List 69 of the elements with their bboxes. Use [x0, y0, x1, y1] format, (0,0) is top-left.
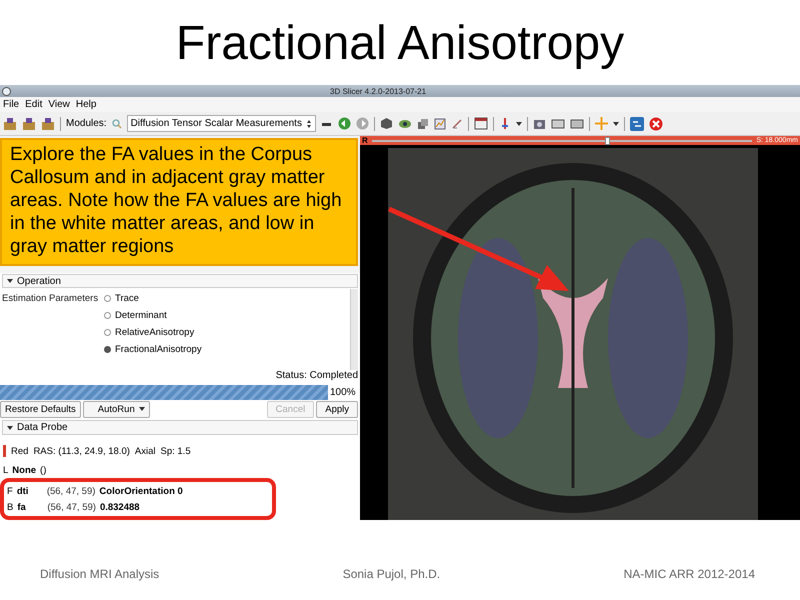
action-button[interactable]: Apply	[316, 401, 358, 418]
module-dropdown[interactable]: Diffusion Tensor Scalar Measurements	[126, 115, 316, 132]
split-button[interactable]: AutoRun	[82, 401, 150, 418]
layout-icon[interactable]	[474, 117, 488, 130]
dropdown-arrow-icon[interactable]	[138, 407, 145, 412]
modules-label: Modules:	[66, 118, 107, 129]
radio-option[interactable]: Determinant	[104, 310, 202, 322]
progress-reading: 100%	[330, 386, 356, 398]
callout-box: Explore the FA values in the Corpus Callosum and in adjacent gray matter areas. Note how the FA values are high in the white matter areas, and low in gray matter regions	[0, 138, 358, 266]
voxel-value: 0.832488	[100, 502, 140, 512]
radio-button[interactable]	[104, 329, 111, 336]
voxel-coordinates: (56, 47, 59)	[47, 502, 96, 512]
camera-icon[interactable]	[532, 118, 546, 130]
footer-text: Sonia Pujol, Ph.D.	[342, 567, 440, 581]
layer-name: None	[12, 464, 36, 476]
close-icon[interactable]	[648, 116, 663, 130]
layer-code: F	[7, 486, 13, 496]
slider-thumb[interactable]	[604, 136, 610, 144]
layer-code: B	[7, 502, 14, 512]
orientation-text: Axial	[134, 446, 156, 456]
pencil-icon[interactable]	[450, 118, 463, 130]
action-button[interactable]: Restore Defaults	[0, 401, 81, 418]
ras-coordinates: RAS: (11.3, 24.9, 18.0)	[33, 446, 130, 456]
collapse-triangle-icon[interactable]	[7, 424, 13, 431]
radio-option[interactable]: RelativeAnisotropy	[104, 327, 202, 338]
parameter-label: Estimation Parameters	[1, 293, 100, 306]
cube-icon[interactable]	[380, 117, 393, 130]
option-label: Determinant	[115, 310, 167, 322]
voxel-coordinates: ()	[40, 464, 46, 476]
radio-button[interactable]	[104, 312, 111, 320]
view-label: R	[362, 136, 368, 145]
option-label: Trace	[115, 293, 139, 304]
menu-item[interactable]: Edit	[25, 99, 42, 110]
dropdown-arrow-icon[interactable]	[612, 120, 619, 126]
footer-text: NA-MIC ARR 2012-2014	[624, 567, 755, 581]
folder-icon[interactable]	[3, 116, 17, 130]
screen-icon[interactable]	[550, 118, 565, 128]
spinner-arrows-icon[interactable]	[306, 118, 312, 128]
radio-button[interactable]	[104, 295, 111, 302]
slice-color-marker	[3, 445, 6, 457]
menu-item[interactable]: Help	[76, 99, 96, 110]
voxel-coordinates: (56, 47, 59)	[46, 486, 96, 496]
footer-text: Diffusion MRI Analysis	[40, 567, 160, 581]
option-label: RelativeAnisotropy	[115, 327, 194, 338]
view-name: Red	[11, 446, 28, 456]
data-probe-header[interactable]: Data Probe	[2, 420, 358, 435]
layer-name: fa	[17, 502, 27, 512]
scrollbar[interactable]	[350, 289, 358, 370]
dropdown-arrow-icon[interactable]	[516, 120, 522, 126]
window-title: 3D Slicer 4.2.0-2013-07-21	[330, 86, 426, 96]
screen-icon[interactable]	[570, 118, 584, 128]
menu-item[interactable]: View	[48, 99, 70, 110]
folder-icon[interactable]	[22, 116, 36, 130]
layer-name: dti	[16, 486, 30, 496]
radio-button[interactable]	[104, 346, 111, 354]
collapse-triangle-icon[interactable]	[7, 278, 13, 284]
chart-icon[interactable]	[434, 118, 446, 130]
eye-icon[interactable]	[398, 118, 412, 130]
radio-option[interactable]: Trace	[104, 293, 202, 304]
voxel-value: ColorOrientation 0	[99, 486, 183, 496]
spacing-text: Sp: 1.5	[160, 446, 191, 456]
folder-icon[interactable]	[41, 116, 55, 130]
menu-item[interactable]: File	[3, 99, 20, 110]
layer-code: L	[3, 464, 8, 476]
operation-header[interactable]: Operation	[2, 274, 358, 288]
status-text: Status: Completed	[274, 370, 359, 384]
layers-icon[interactable]	[416, 118, 429, 130]
slide-title: Fractional Anisotropy	[174, 16, 626, 72]
app-logo-icon	[2, 86, 11, 96]
